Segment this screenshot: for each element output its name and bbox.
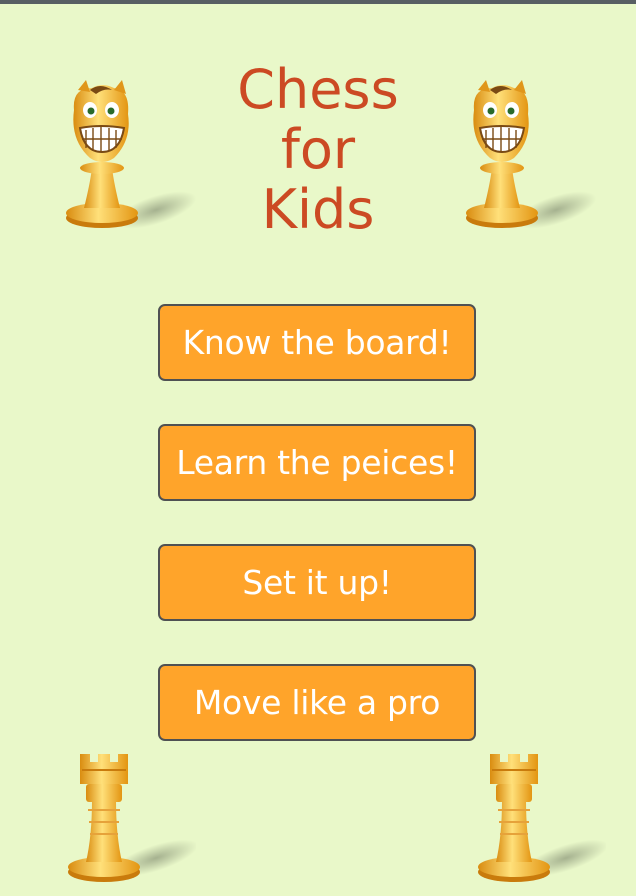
set-it-up-button[interactable]: Set it up! bbox=[158, 544, 476, 621]
title-line-2: for bbox=[280, 118, 356, 181]
title-line-3: Kids bbox=[261, 178, 375, 241]
rook-icon bbox=[68, 754, 196, 882]
know-the-board-button[interactable]: Know the board! bbox=[158, 304, 476, 381]
title-line-1: Chess bbox=[237, 58, 399, 121]
rook-icon bbox=[478, 754, 606, 882]
top-strip bbox=[0, 0, 636, 4]
knight-cartoon-icon bbox=[466, 80, 596, 229]
move-like-a-pro-button[interactable]: Move like a pro bbox=[158, 664, 476, 741]
learn-the-pieces-button[interactable]: Learn the peices! bbox=[158, 424, 476, 501]
knight-cartoon-icon bbox=[66, 80, 196, 229]
page-title: Chess for Kids bbox=[168, 60, 468, 240]
